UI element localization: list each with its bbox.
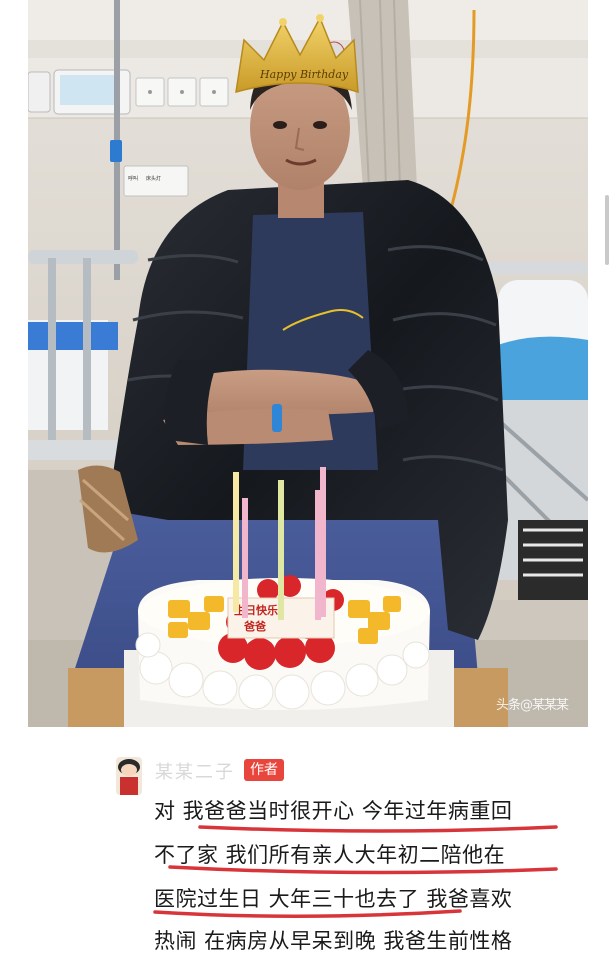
wall-label-lamp: 床头灯	[146, 175, 161, 182]
plaque-line-2: 爸爸	[243, 619, 266, 633]
author-name[interactable]: 某某二子	[155, 758, 235, 784]
post-photo[interactable]: 呼叫 床头灯 Happy Birthday 生日快乐 爸爸 头条@某某某	[28, 0, 588, 727]
author-comment: 某某二子 作者 对 我爸爸当时很开心 今年过年病重回 不了家 我们所有亲人大年初…	[0, 727, 615, 960]
avatar-icon	[116, 757, 142, 795]
page-scrollbar[interactable]	[605, 195, 609, 265]
comment-line: 热闹 在病房从早呆到晚 我爸生前性格	[154, 929, 513, 953]
author-badge: 作者	[244, 759, 284, 781]
crown-text: Happy Birthday	[259, 68, 349, 81]
comment-line: 对 我爸爸当时很开心 今年过年病重回	[154, 799, 513, 823]
comment-line: 不了家 我们所有亲人大年初二陪他在	[154, 843, 506, 867]
wall-label-call: 呼叫	[128, 175, 138, 182]
plaque-line-1: 生日快乐	[234, 603, 278, 617]
comment-line: 医院过生日 大年三十也去了 我爸喜欢	[154, 887, 513, 911]
author-avatar[interactable]	[116, 757, 142, 795]
birthday-photo-illustration: 呼叫 床头灯 Happy Birthday 生日快乐 爸爸	[28, 0, 588, 727]
photo-watermark: 头条@某某某	[495, 698, 569, 713]
